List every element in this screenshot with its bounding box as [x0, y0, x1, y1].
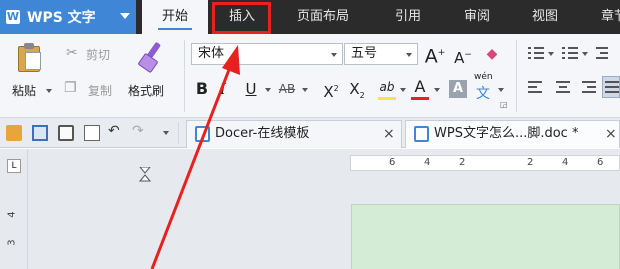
arrow-shaft	[150, 61, 234, 269]
red-arrow-annotation	[150, 45, 240, 269]
arrow-head-icon	[222, 45, 240, 75]
